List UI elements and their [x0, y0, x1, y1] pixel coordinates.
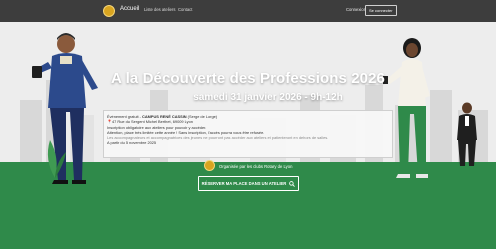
- organiser-text: Organisée par les clubs Rotary de Lyon: [219, 164, 293, 169]
- info-line-opening-date: A partir du 5 novembre 2025: [107, 140, 157, 146]
- event-title: A la Découverte des Professions 2026: [110, 70, 385, 87]
- nav-workshops-link[interactable]: Liste des ateliers: [144, 7, 175, 12]
- event-date: samedi 31 janvier 2026 - 9h-12h: [193, 92, 343, 103]
- info-venue-note: (Serge de Lorge): [186, 114, 218, 119]
- top-navbar: Accueil Liste des ateliers Contact Conne…: [0, 0, 496, 22]
- nav-contact-link[interactable]: Contact: [178, 7, 192, 12]
- info-address: 47 Rue du Sergent Michel Berthet, 69009 …: [111, 119, 193, 125]
- worker-illustration-left: [32, 33, 98, 184]
- reserve-button-label: RÉSERVER MA PLACE DANS UN ATELIER: [201, 181, 287, 186]
- reserve-workshop-button[interactable]: RÉSERVER MA PLACE DANS UN ATELIER: [198, 176, 299, 191]
- info-free-label: Événement gratuit -: [107, 114, 143, 119]
- rotary-logo-icon[interactable]: [103, 5, 115, 17]
- businessman-illustration-right: [457, 102, 477, 166]
- nav-home-link[interactable]: Accueil: [120, 6, 139, 12]
- search-icon: [289, 180, 296, 187]
- event-info-card: Événement gratuit - CAMPUS RENÉ CASSIN (…: [103, 110, 393, 158]
- plant-illustration: [47, 140, 66, 178]
- rotary-wheel-icon: [204, 160, 215, 171]
- info-venue-name: CAMPUS RENÉ CASSIN: [142, 114, 187, 119]
- login-link[interactable]: Connexion: [346, 7, 366, 12]
- signin-button[interactable]: Se connecter: [365, 5, 397, 16]
